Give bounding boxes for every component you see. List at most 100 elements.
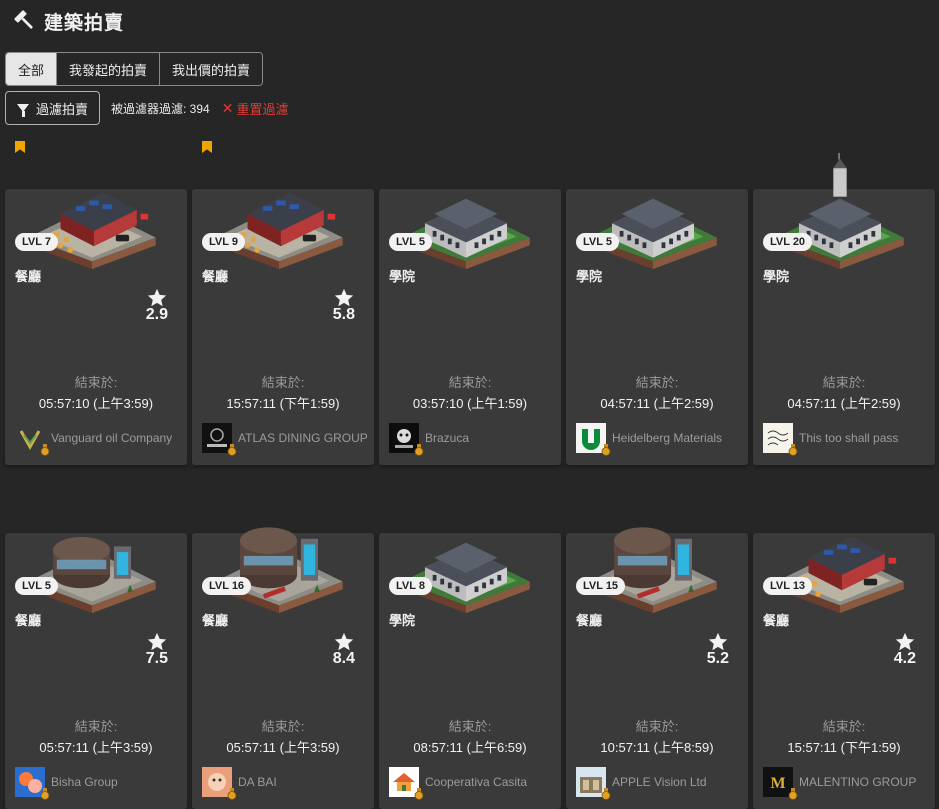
owner[interactable]: Vanguard oil Company — [15, 423, 173, 456]
ends-label: 結束於: — [822, 719, 866, 734]
building-type: 餐廳 — [15, 269, 42, 284]
owner[interactable]: Bisha Group — [15, 767, 118, 800]
medal-icon — [40, 788, 50, 800]
building-type: 餐廳 — [576, 613, 603, 628]
auction-card[interactable]: LVL 20 學院 結束於: 04:57:11 (上午2:59) This too s… — [753, 135, 935, 465]
company-logo — [202, 767, 237, 800]
level-badge: LVL 9 — [202, 233, 245, 251]
medal-icon — [601, 788, 611, 800]
level-badge: LVL 13 — [763, 577, 813, 595]
end-time: 10:57:11 (上午8:59) — [600, 740, 714, 755]
owner[interactable]: M MALENTINO GROUP — [763, 767, 917, 800]
building-type: 學院 — [763, 269, 790, 284]
owner[interactable]: Cooperativa Casita — [389, 767, 528, 800]
auction-tabs: 全部 我發起的拍賣 我出價的拍賣 — [5, 52, 264, 86]
reset-filter-label: 重置過濾 — [236, 101, 289, 117]
building-image — [215, 192, 343, 269]
level-badge: LVL 8 — [389, 577, 432, 595]
level-badge: LVL 7 — [15, 233, 58, 251]
rating-value: 5.2 — [706, 650, 729, 667]
medal-icon — [227, 788, 237, 800]
owner-name: Brazuca — [425, 431, 470, 445]
company-logo — [15, 423, 50, 456]
level-badge: LVL 15 — [576, 577, 626, 595]
level-badge: LVL 5 — [15, 577, 58, 595]
rating-value: 7.5 — [145, 650, 168, 667]
end-time: 04:57:11 (上午2:59) — [787, 396, 901, 411]
tab-all[interactable]: 全部 — [6, 53, 58, 85]
auction-card[interactable]: LVL 5 學院 結束於: 04:57:11 (上午2:59) Heidelberg … — [566, 135, 748, 465]
page-header: 建築拍賣 — [14, 8, 124, 34]
owner-name: Vanguard oil Company — [51, 431, 173, 445]
owner-name: This too shall pass — [799, 431, 899, 445]
auction-card[interactable]: LVL 13 餐廳 4.2 結束於: 15:57:11 (下午1:59) M MALE… — [753, 479, 935, 809]
building-image — [28, 536, 156, 613]
owner[interactable]: ATLAS DINING GROUP — [202, 423, 368, 456]
medal-icon — [414, 788, 424, 800]
auction-card[interactable]: LVL 5 學院 結束於: 03:57:10 (上午1:59) Brazuca — [379, 135, 561, 465]
company-logo — [389, 767, 424, 800]
owner-name: Cooperativa Casita — [425, 775, 528, 789]
filter-bar: 過濾拍賣 被過濾器過濾: 394 ✕ 重置過濾 — [5, 91, 288, 125]
end-time: 15:57:11 (下午1:59) — [226, 396, 340, 411]
building-type: 學院 — [576, 269, 603, 284]
auction-card[interactable]: LVL 8 學院 結束於: 08:57:11 (上午6:59) Cooperativa… — [379, 479, 561, 809]
building-image — [402, 542, 530, 613]
building-image — [215, 527, 343, 613]
hammer-icon — [14, 10, 33, 29]
owner[interactable]: APPLE Vision Ltd — [576, 767, 707, 800]
owner-name: DA BAI — [238, 775, 277, 789]
building-image — [776, 536, 904, 613]
owner[interactable]: Heidelberg Materials — [576, 423, 722, 456]
owner-name: APPLE Vision Ltd — [612, 775, 707, 789]
filter-button-label: 過濾拍賣 — [36, 101, 89, 117]
medal-icon — [788, 444, 798, 456]
building-image — [589, 198, 717, 269]
ends-label: 結束於: — [261, 719, 305, 734]
ends-label: 結束於: — [635, 375, 679, 390]
building-image — [589, 527, 717, 613]
reset-filter-link[interactable]: ✕ 重置過濾 — [222, 99, 289, 118]
end-time: 03:57:10 (上午1:59) — [412, 396, 528, 411]
filter-icon — [17, 104, 29, 117]
level-badge: LVL 5 — [576, 233, 619, 251]
level-badge: LVL 20 — [763, 233, 813, 251]
owner-name: MALENTINO GROUP — [799, 775, 917, 789]
end-time: 05:57:11 (上午3:59) — [39, 740, 153, 755]
building-type: 餐廳 — [202, 613, 229, 628]
rating-value: 8.4 — [332, 650, 355, 667]
level-badge: LVL 5 — [389, 233, 432, 251]
owner-name: Bisha Group — [51, 775, 118, 789]
auction-card[interactable]: LVL 9 餐廳 5.8 結束於: 15:57:11 (下午1:59) ATLAS D… — [192, 135, 374, 465]
auction-card[interactable]: LVL 5 餐廳 7.5 結束於: 05:57:11 (上午3:59) Bisha G… — [5, 479, 187, 809]
end-time: 05:57:11 (上午3:59) — [226, 740, 340, 755]
tab-my-auctions[interactable]: 我發起的拍賣 — [57, 53, 161, 85]
building-type: 學院 — [389, 269, 416, 284]
medal-icon — [40, 444, 50, 456]
company-logo — [763, 423, 798, 456]
owner[interactable]: This too shall pass — [763, 423, 899, 456]
medal-icon — [601, 444, 611, 456]
ends-label: 結束於: — [261, 375, 305, 390]
building-type: 餐廳 — [202, 269, 229, 284]
building-image — [28, 192, 156, 269]
svg-text:M: M — [770, 775, 785, 792]
auction-card[interactable]: LVL 16 餐廳 8.4 結束於: 05:57:11 (上午3:59) DA BAI — [192, 479, 374, 809]
auction-card[interactable]: LVL 7 餐廳 2.9 結束於: 05:57:10 (上午3:59) Vanguar… — [5, 135, 187, 465]
building-image — [402, 198, 530, 269]
close-icon: ✕ — [221, 99, 234, 116]
medal-icon — [414, 444, 424, 456]
medal-icon — [227, 444, 237, 456]
tab-my-bids[interactable]: 我出價的拍賣 — [160, 53, 263, 85]
end-time: 15:57:11 (下午1:59) — [787, 740, 901, 755]
building-type: 學院 — [389, 613, 416, 628]
owner[interactable]: DA BAI — [202, 767, 277, 800]
auction-card[interactable]: LVL 15 餐廳 5.2 結束於: 10:57:11 (上午8:59) APPLE … — [566, 479, 748, 809]
rating-value: 4.2 — [893, 650, 916, 667]
company-logo — [389, 423, 424, 456]
building-type: 餐廳 — [763, 613, 790, 628]
ends-label: 結束於: — [448, 719, 492, 734]
owner[interactable]: Brazuca — [389, 423, 470, 456]
ends-label: 結束於: — [74, 719, 118, 734]
filter-auctions-button[interactable]: 過濾拍賣 — [5, 91, 101, 125]
